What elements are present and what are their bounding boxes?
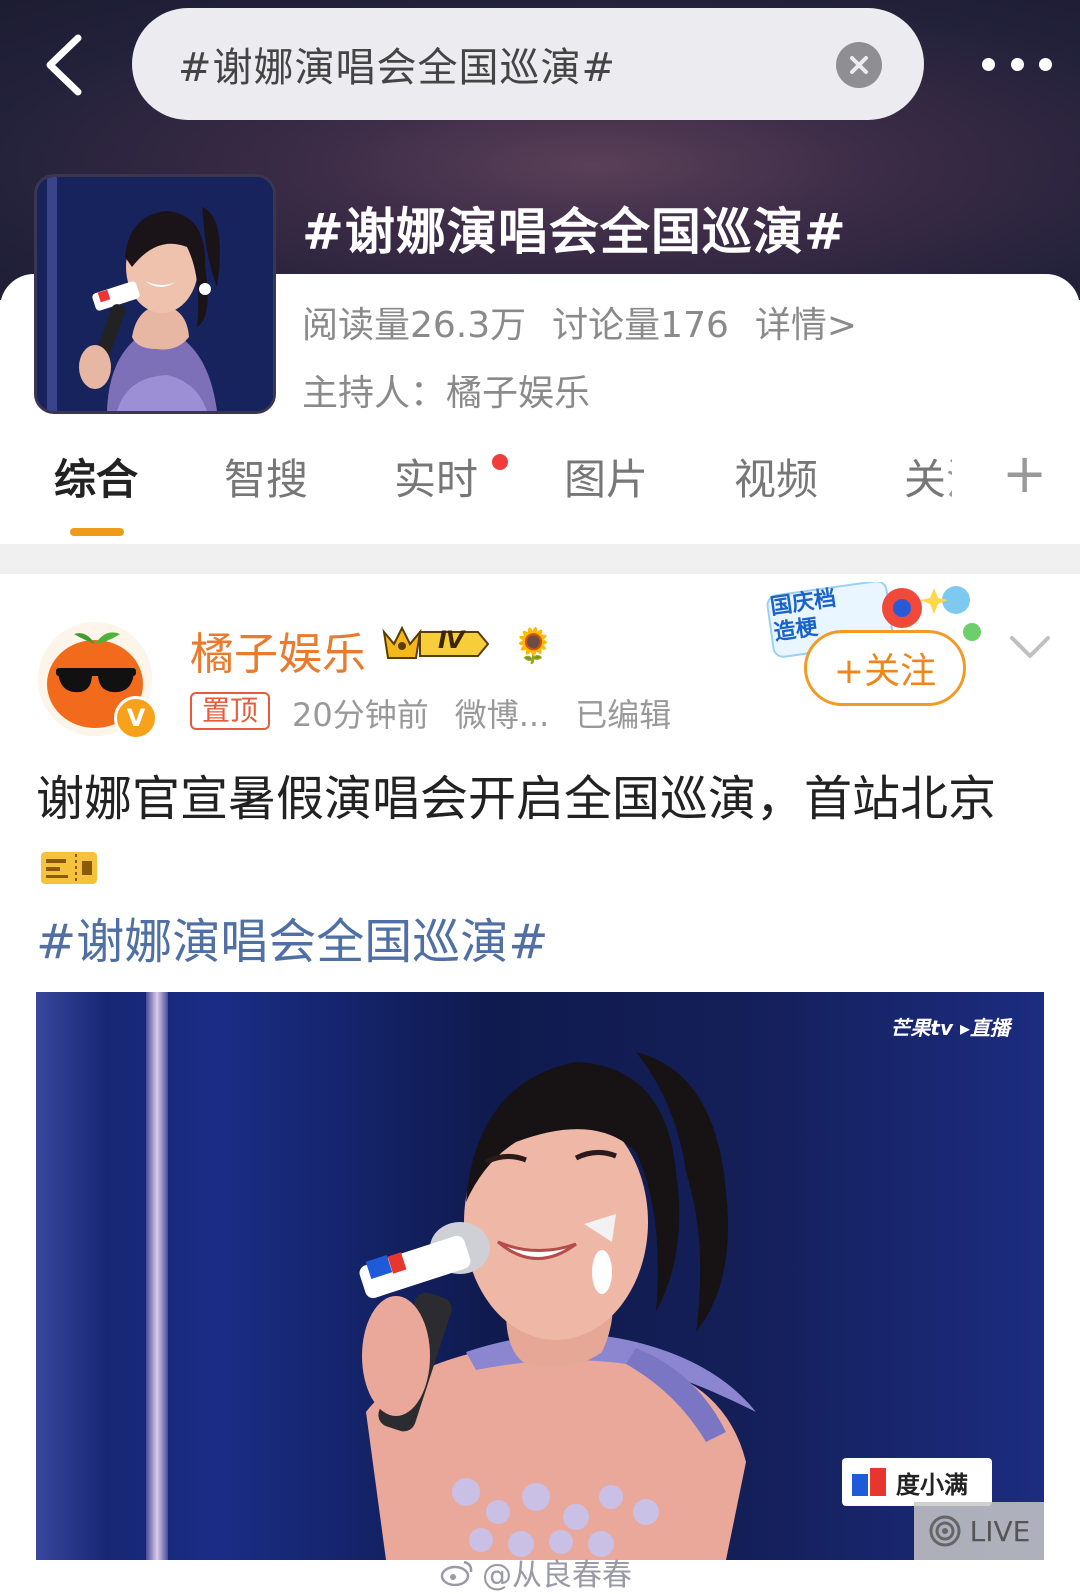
- search-query[interactable]: #谢娜演唱会全国巡演#: [178, 35, 616, 93]
- topic-thumbnail[interactable]: [34, 174, 276, 414]
- tab-comprehensive[interactable]: 综合: [54, 446, 138, 507]
- sunflower-icon: 🌻: [512, 626, 555, 666]
- sponsor-mark-icon: [852, 1468, 886, 1496]
- live-broadcast-icon: [929, 1515, 961, 1547]
- tab-videos[interactable]: 视频: [734, 446, 818, 507]
- post-source: 微博...: [454, 696, 550, 734]
- post-menu-button[interactable]: [1008, 632, 1052, 666]
- discussion-count: 讨论量176: [552, 305, 729, 346]
- chevron-down-icon: [1010, 636, 1050, 658]
- tab-images[interactable]: 图片: [564, 446, 648, 507]
- section-divider: [0, 544, 1080, 574]
- weibo-logo-icon: [440, 1560, 473, 1586]
- new-content-dot: [492, 454, 508, 470]
- close-icon: [850, 56, 868, 74]
- tab-bar: 综合 智搜 实时 图片 视频 关注 +: [0, 442, 1080, 542]
- tab-realtime[interactable]: 实时: [394, 446, 478, 507]
- edited-label: 已编辑: [575, 696, 672, 734]
- clear-search-button[interactable]: [836, 42, 882, 88]
- pinned-badge: 置顶: [190, 692, 271, 730]
- more-dot-icon: [982, 57, 995, 71]
- level-text: Ⅳ: [438, 626, 465, 654]
- ticket-icon: [41, 852, 97, 884]
- sponsor-logo: 度小满: [842, 1458, 992, 1506]
- post-hashtag[interactable]: #谢娜演唱会全国巡演#: [36, 902, 548, 972]
- live-badge: LIVE: [914, 1502, 1044, 1560]
- author-name[interactable]: 橘子娱乐: [190, 618, 366, 682]
- post-meta: 20分钟前 微博... 已编辑: [292, 690, 671, 736]
- verified-badge: V: [114, 696, 158, 740]
- detail-link[interactable]: 详情>: [755, 296, 857, 348]
- active-tab-indicator: [70, 528, 124, 536]
- live-label: LIVE: [969, 1514, 1031, 1548]
- singer-thumbnail-image: [37, 177, 273, 411]
- tab-smart-search[interactable]: 智搜: [224, 446, 308, 507]
- sponsor-name: 度小满: [896, 1470, 968, 1499]
- topic-title: #谢娜演唱会全国巡演#: [302, 203, 847, 261]
- channel-logo: 芒果tv ▸直播: [890, 1016, 1010, 1040]
- post-body: 谢娜官宣暑假演唱会开启全国巡演，首站北京: [36, 766, 1046, 898]
- watermark-text: @从良春春: [482, 1558, 632, 1593]
- back-button[interactable]: [38, 30, 88, 100]
- back-arrow-icon: [46, 34, 82, 96]
- watermark: @从良春春: [440, 1550, 632, 1594]
- read-count: 阅读量26.3万: [302, 305, 527, 346]
- follow-button[interactable]: +关注: [804, 630, 966, 706]
- crown-level-icon: [382, 625, 490, 659]
- post-text: 谢娜官宣暑假演唱会开启全国巡演，首站北京: [36, 771, 997, 827]
- post-time: 20分钟前: [292, 696, 429, 734]
- more-options-button[interactable]: [982, 52, 1052, 76]
- more-dot-icon: [1039, 57, 1052, 71]
- add-tab-button[interactable]: +: [1002, 442, 1047, 505]
- more-dot-icon: [1010, 57, 1024, 71]
- search-bar[interactable]: #谢娜演唱会全国巡演#: [132, 8, 924, 120]
- vip-level-badge: Ⅳ: [380, 624, 492, 668]
- topic-host[interactable]: 主持人：橘子娱乐: [302, 364, 590, 416]
- tab-overflow-fade: [940, 446, 1000, 506]
- post-image[interactable]: 芒果tv ▸直播 度小满 LIVE: [36, 992, 1044, 1560]
- topic-stats: 阅读量26.3万 讨论量176 详情>: [302, 296, 857, 348]
